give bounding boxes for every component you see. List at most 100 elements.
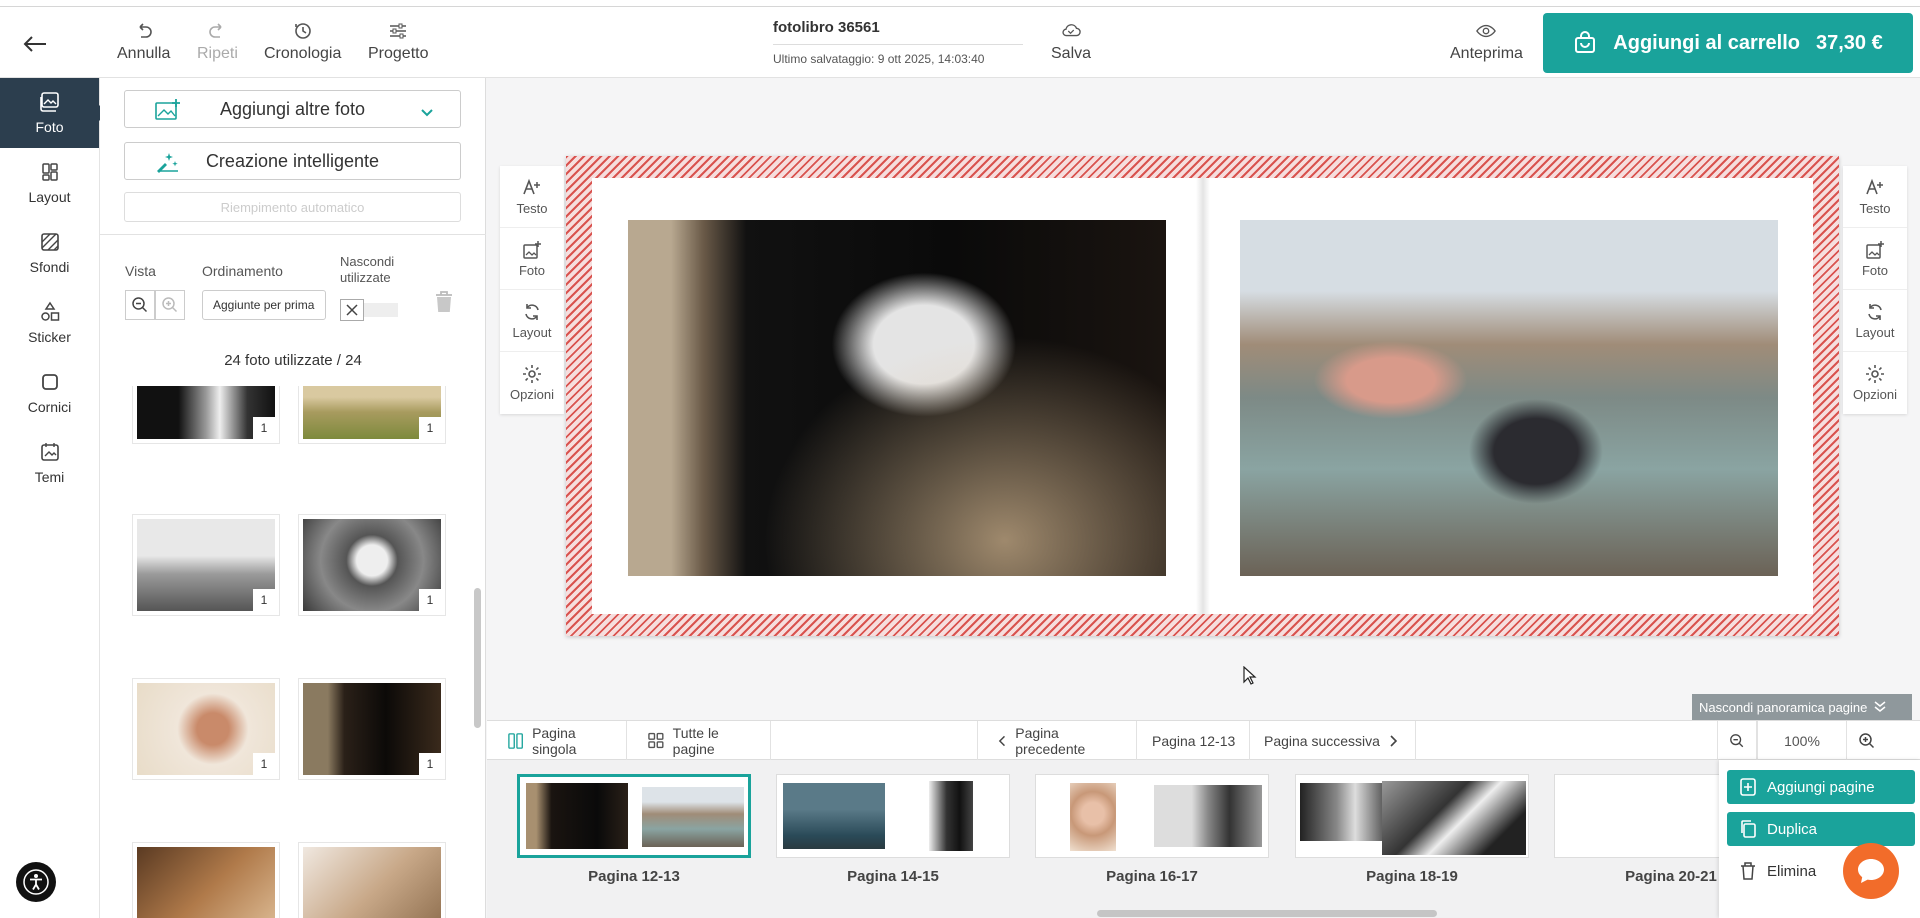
- left-rail: Foto Layout Sfondi Sticker Cornici Temi: [0, 78, 107, 918]
- gear-icon: [1866, 365, 1884, 383]
- magic-sparkle-icon: [155, 151, 181, 178]
- hide-used-toggle[interactable]: [340, 299, 398, 321]
- options-tool[interactable]: Opzioni: [500, 352, 564, 414]
- add-pages-label: Aggiungi pagine: [1767, 778, 1875, 796]
- duplicate-button[interactable]: Duplica: [1727, 812, 1915, 846]
- spread-gutter: [1196, 178, 1210, 614]
- rail-item-sfondi[interactable]: Sfondi: [0, 218, 99, 288]
- project-button[interactable]: Progetto: [368, 21, 428, 63]
- zoom-out-button[interactable]: [125, 290, 155, 320]
- history-label: Cronologia: [264, 45, 342, 62]
- autofill-button[interactable]: Riempimento automatico: [124, 192, 461, 222]
- spread-thumb-18-19[interactable]: [1295, 774, 1529, 858]
- photo-thumb[interactable]: 1: [132, 678, 280, 780]
- rail-item-temi[interactable]: Temi: [0, 428, 99, 498]
- next-page-button[interactable]: Pagina successiva: [1250, 721, 1416, 760]
- photo-thumb[interactable]: 1: [298, 386, 446, 444]
- spread-label-16-17: Pagina 16-17: [1106, 868, 1198, 885]
- page-navigation-bar: Pagina singola Tutte le pagine Pagina pr…: [487, 720, 1920, 760]
- add-to-cart-button[interactable]: Aggiungi al carrello 37,30 €: [1543, 13, 1913, 73]
- add-photo-label: Foto: [1861, 262, 1888, 278]
- spread-label-14-15: Pagina 14-15: [847, 868, 939, 885]
- panel-divider: [100, 234, 486, 235]
- add-page-icon: [1740, 778, 1756, 796]
- back-button[interactable]: [18, 27, 52, 61]
- add-photo-label: Foto: [518, 262, 545, 278]
- add-text-tool-right[interactable]: Testo: [1843, 166, 1907, 228]
- photo-thumb[interactable]: [298, 842, 446, 918]
- photo-thumb[interactable]: 1: [298, 514, 446, 616]
- page-actions-panel: Aggiungi pagine Duplica Elimina: [1719, 760, 1920, 918]
- rail-item-cornici[interactable]: Cornici: [0, 358, 99, 428]
- accessibility-button[interactable]: [16, 862, 56, 902]
- rail-item-sticker[interactable]: Sticker: [0, 288, 99, 358]
- photo-thumb[interactable]: 1: [298, 678, 446, 780]
- add-photo-tool-right[interactable]: Foto: [1843, 228, 1907, 290]
- options-label: Opzioni: [509, 387, 555, 402]
- right-page[interactable]: [1204, 178, 1813, 614]
- photo-thumb[interactable]: 1: [132, 514, 280, 616]
- photo-thumb[interactable]: 1: [132, 386, 280, 444]
- spread-thumb-16-17[interactable]: [1035, 774, 1269, 858]
- document-name[interactable]: fotolibro 36561: [773, 19, 1023, 45]
- change-layout-label: Layout: [1855, 324, 1895, 340]
- history-button[interactable]: Cronologia: [264, 21, 341, 63]
- overview-horizontal-scrollbar[interactable]: [1097, 910, 1437, 917]
- trash-icon[interactable]: [434, 290, 454, 319]
- add-pages-button[interactable]: Aggiungi pagine: [1727, 770, 1915, 804]
- photo-couple-coast[interactable]: [1240, 220, 1778, 576]
- right-tool-column: Testo Foto Layout Opzioni: [1843, 166, 1907, 414]
- redo-icon: [209, 23, 223, 38]
- hide-page-overview-button[interactable]: Nascondi panoramica pagine: [1692, 694, 1912, 720]
- usage-count-badge: 1: [419, 753, 441, 775]
- all-pages-view-button[interactable]: Tutte le pagine: [627, 721, 771, 760]
- chat-button[interactable]: [1843, 843, 1899, 899]
- sliders-icon: [390, 23, 407, 39]
- frame-icon: [41, 374, 58, 390]
- add-text-label: Testo: [516, 200, 548, 216]
- left-page[interactable]: [592, 178, 1201, 614]
- sort-value: Aggiunte per prima: [213, 298, 315, 312]
- sort-select[interactable]: Aggiunte per prima: [202, 290, 326, 320]
- redo-button[interactable]: Ripeti: [197, 21, 238, 63]
- change-layout-label: Layout: [512, 324, 552, 340]
- photo-thumb[interactable]: [132, 842, 280, 918]
- previous-page-button[interactable]: Pagina precedente: [977, 721, 1137, 760]
- eye-icon: [1476, 24, 1497, 38]
- add-photo-tool[interactable]: Foto: [500, 228, 564, 290]
- smart-creation-label: Creazione intelligente: [205, 150, 380, 171]
- chat-bubble-icon: [1858, 859, 1884, 883]
- overview-zoom-in-button[interactable]: [1847, 721, 1887, 760]
- preview-button[interactable]: Anteprima: [1450, 21, 1523, 63]
- rail-item-foto[interactable]: Foto: [0, 78, 107, 148]
- duplicate-icon: [1741, 820, 1756, 838]
- single-page-label: Pagina singola: [532, 724, 577, 757]
- options-tool-right[interactable]: Opzioni: [1843, 352, 1907, 414]
- spread-thumb-12-13[interactable]: [517, 774, 751, 858]
- rail-item-layout[interactable]: Layout: [0, 148, 99, 218]
- change-layout-tool[interactable]: Layout: [500, 290, 564, 352]
- overview-zoom-level: 100%: [1757, 721, 1847, 760]
- refresh-icon: [1868, 303, 1882, 320]
- usage-count-badge: 1: [419, 417, 441, 439]
- zoom-in-button[interactable]: [155, 290, 185, 320]
- panel-scrollbar[interactable]: [474, 588, 481, 728]
- add-photos-button[interactable]: Aggiungi altre foto: [124, 90, 461, 128]
- add-text-tool[interactable]: Testo: [500, 166, 564, 228]
- undo-button[interactable]: Annulla: [117, 21, 170, 63]
- smart-creation-button[interactable]: Creazione intelligente: [124, 142, 461, 180]
- save-button[interactable]: Salva: [1051, 21, 1091, 63]
- editor-canvas: Testo Foto Layout Opzioni Testo Foto Lay…: [487, 78, 1920, 718]
- previous-page-label: Pagina precedente: [1015, 724, 1086, 757]
- change-layout-tool-right[interactable]: Layout: [1843, 290, 1907, 352]
- spread-label-12-13: Pagina 12-13: [588, 868, 680, 885]
- spread-label-18-19: Pagina 18-19: [1366, 868, 1458, 885]
- overview-zoom-out-button[interactable]: [1717, 721, 1757, 760]
- text-icon: [1866, 178, 1883, 194]
- spread-thumb-14-15[interactable]: [776, 774, 1010, 858]
- undo-label: Annulla: [117, 45, 171, 62]
- single-page-view-button[interactable]: Pagina singola: [487, 721, 627, 760]
- trash-icon: [1741, 862, 1755, 880]
- photo-ballet-dancer[interactable]: [628, 220, 1166, 576]
- photo-grid: 1 1 1 1 1 1: [132, 386, 452, 918]
